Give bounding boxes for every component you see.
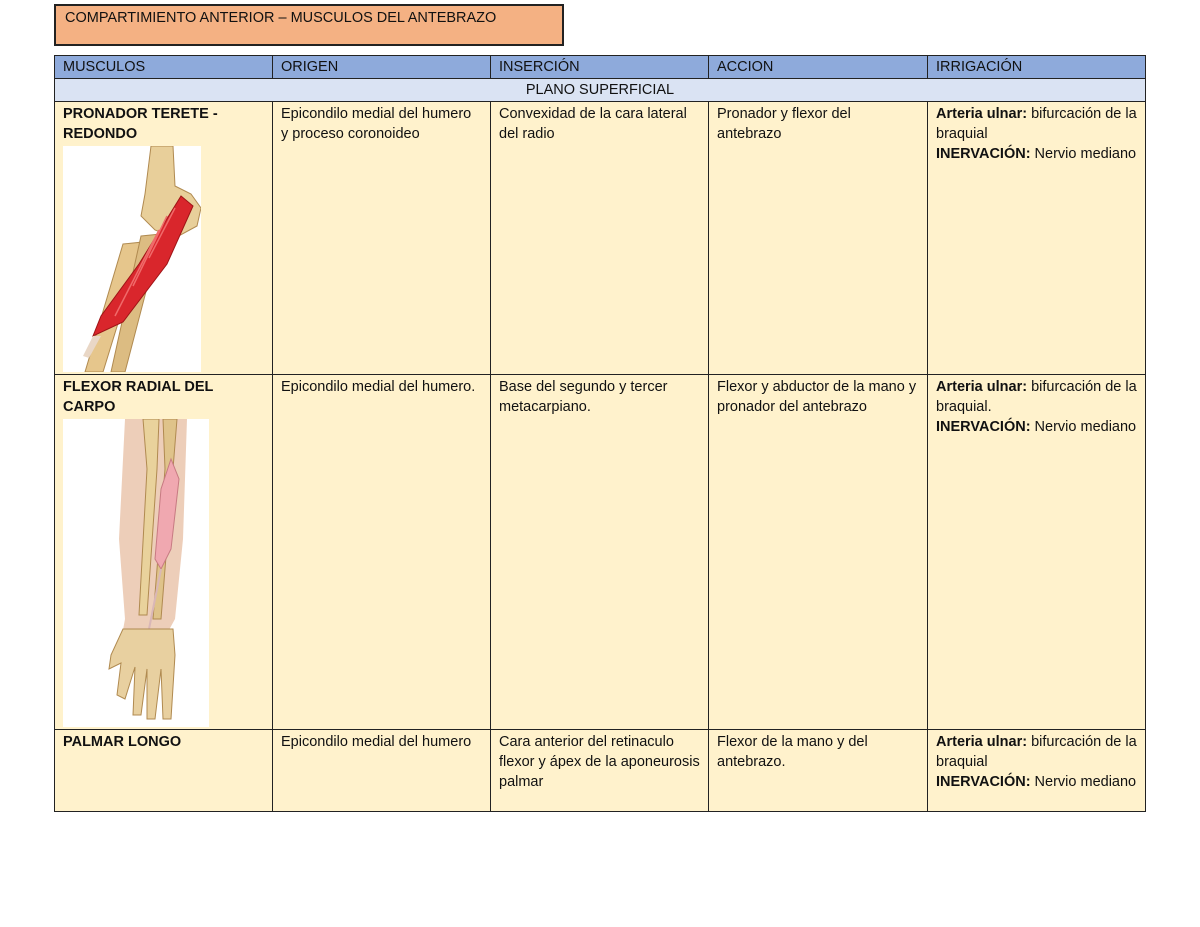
section-label: PLANO SUPERFICIAL — [54, 78, 1146, 102]
header-origen: ORIGEN — [272, 55, 491, 79]
nerve-text: Nervio mediano — [1030, 419, 1137, 435]
header-musculos: MUSCULOS — [54, 55, 273, 79]
insertion-cell: Base del segundo y tercer metacarpiano. — [490, 374, 709, 730]
header-insercion: INSERCIÓN — [490, 55, 709, 79]
muscle-cell: PALMAR LONGO — [54, 729, 273, 812]
irrigation-cell: Arteria ulnar: bifurcación de la braquia… — [927, 729, 1146, 812]
document-title: COMPARTIMIENTO ANTERIOR – MUSCULOS DEL A… — [65, 10, 497, 26]
artery-label: Arteria ulnar: — [936, 106, 1028, 122]
insertion-cell: Convexidad de la cara lateral del radio — [490, 101, 709, 375]
muscle-name: PRONADOR TERETE - REDONDO — [63, 106, 218, 142]
nerve-text: Nervio mediano — [1030, 146, 1137, 162]
artery-label: Arteria ulnar: — [936, 379, 1028, 395]
origin-cell: Epicondilo medial del humero. — [272, 374, 491, 730]
table-row: FLEXOR RADIAL DEL CARPO Epicondilo media… — [54, 374, 1146, 730]
section-row: PLANO SUPERFICIAL — [54, 78, 1146, 102]
action-cell: Flexor de la mano y del antebrazo. — [708, 729, 928, 812]
origin-cell: Epicondilo medial del humero — [272, 729, 491, 812]
nerve-label: INERVACIÓN: — [936, 419, 1031, 435]
muscle-name: PALMAR LONGO — [63, 734, 182, 750]
table-row: PALMAR LONGO Epicondilo medial del humer… — [54, 729, 1146, 812]
table-header-row: MUSCULOS ORIGEN INSERCIÓN ACCION IRRIGAC… — [54, 55, 1146, 79]
nerve-label: INERVACIÓN: — [936, 774, 1031, 790]
document-title-box: COMPARTIMIENTO ANTERIOR – MUSCULOS DEL A… — [54, 4, 564, 46]
flexor-carpi-radialis-illustration — [63, 419, 209, 727]
header-irrigacion: IRRIGACIÓN — [927, 55, 1146, 79]
muscle-cell: FLEXOR RADIAL DEL CARPO — [54, 374, 273, 730]
insertion-cell: Cara anterior del retinaculo flexor y áp… — [490, 729, 709, 812]
muscle-name: FLEXOR RADIAL DEL CARPO — [63, 379, 214, 415]
irrigation-cell: Arteria ulnar: bifurcación de la braquia… — [927, 374, 1146, 730]
muscle-table: MUSCULOS ORIGEN INSERCIÓN ACCION IRRIGAC… — [54, 55, 1146, 812]
irrigation-cell: Arteria ulnar: bifurcación de la braquia… — [927, 101, 1146, 375]
header-accion: ACCION — [708, 55, 928, 79]
table-row: PRONADOR TERETE - REDONDO Epicondilo med… — [54, 101, 1146, 375]
pronator-teres-illustration — [63, 146, 201, 372]
artery-label: Arteria ulnar: — [936, 734, 1028, 750]
action-cell: Pronador y flexor del antebrazo — [708, 101, 928, 375]
muscle-cell: PRONADOR TERETE - REDONDO — [54, 101, 273, 375]
action-cell: Flexor y abductor de la mano y pronador … — [708, 374, 928, 730]
origin-cell: Epicondilo medial del humero y proceso c… — [272, 101, 491, 375]
nerve-text: Nervio mediano — [1030, 774, 1137, 790]
nerve-label: INERVACIÓN: — [936, 146, 1031, 162]
